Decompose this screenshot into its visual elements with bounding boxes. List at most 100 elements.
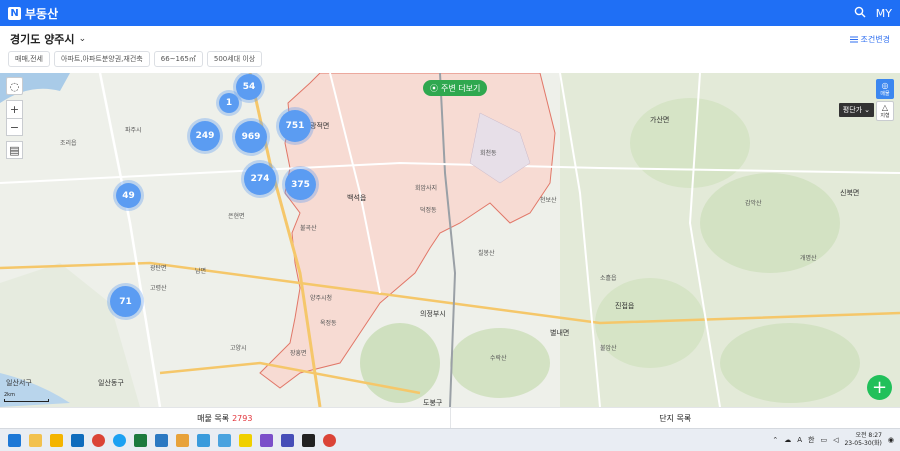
terminal-icon[interactable] [302,433,315,447]
teams-icon[interactable] [281,433,294,447]
tab-listings[interactable]: 매물 목록 2793 [0,408,450,428]
cluster-marker[interactable]: 49 [116,183,141,208]
price-toggle-label: 평단가 [842,106,863,114]
nearby-more-button[interactable]: ⦿ 주변 더보기 [423,80,488,96]
location-pin-icon: ⦿ [430,83,438,93]
document-icon: ▤ [9,143,20,157]
edge-icon[interactable] [113,433,126,447]
excel-icon[interactable] [134,433,147,447]
filter-chip-property-type[interactable]: 아파트,아파트분양권,재건축 [54,51,150,67]
map-label: 회천동 [480,150,497,157]
map-label: 불곡산 [300,225,317,232]
listings-count: 2793 [232,413,253,423]
listings-layer-button[interactable]: ◎ 매물 [876,79,894,99]
terrain-layer-button[interactable]: △ 지형 [876,101,894,121]
plus-icon: + [9,103,20,116]
cluster-marker[interactable]: 1 [219,93,239,113]
map-label: 장흥면 [290,350,307,357]
map-background [0,73,900,407]
map-label: 광적면 [310,122,330,130]
cluster-marker[interactable]: 751 [279,110,311,142]
map-label: 일산동구 [98,379,124,387]
terrain-layer-label: 지형 [880,113,890,119]
map-label: 불암산 [600,345,617,352]
map-label: 고령산 [150,285,167,292]
cluster-marker[interactable]: 249 [190,121,220,151]
price-toggle-button[interactable]: 평단가 ⌄ [838,103,874,117]
filter-sliders-icon [849,36,858,42]
current-location-button[interactable]: ◌ [6,77,23,95]
weather-icon[interactable] [29,433,42,447]
app-icon[interactable] [155,433,168,447]
map-label: 도봉구 [423,399,443,407]
map-label: 양주시청 [310,295,333,302]
cluster-marker[interactable]: 969 [235,121,267,153]
map-label: 의정부시 [420,310,446,318]
map-label: 은현면 [228,213,245,220]
map-label: 파주시 [125,127,142,134]
chevron-up-icon[interactable]: ⌃ [772,436,778,444]
file-explorer-icon[interactable] [50,433,63,447]
app-icon[interactable] [218,433,231,447]
ime-indicator[interactable]: 한 [808,435,814,445]
system-tray: ⌃ ☁ A 한 ▭ ◁ 오전 8:27 23-05-30(화) ◉ [772,432,900,448]
search-app-icon[interactable] [176,433,189,447]
map-canvas[interactable]: 광적면 백석읍 회천동 은현면 남면 회암사지 칠봉산 불곡산 양주시청 의정부… [0,73,900,407]
list-tabs: 매물 목록 2793 단지 목록 [0,407,900,428]
filter-chip-households[interactable]: 500세대 이상 [206,51,263,67]
kakaotalk-icon[interactable] [239,433,252,447]
map-tools-button[interactable]: ▤ [6,141,23,159]
cloud-icon[interactable]: ☁ [784,436,791,444]
map-label: 덕정동 [420,207,437,214]
brand-title[interactable]: 부동산 [25,5,58,22]
filter-chip-row: 매매,전세 아파트,아파트분양권,재건축 66~165㎡ 500세대 이상 [8,51,263,67]
tab-listings-label: 매물 목록 [197,413,230,423]
zoom-out-button[interactable]: − [6,118,23,136]
clock[interactable]: 오전 8:27 23-05-30(화) [844,432,881,448]
map-scale: 2km [4,392,49,402]
map-label: 진접읍 [615,302,635,310]
chrome-icon[interactable] [323,433,336,447]
search-icon[interactable] [854,6,866,21]
region-selector[interactable]: 경기도 양주시 [10,31,75,47]
map-label: 가산면 [650,116,670,124]
chevron-down-icon: ⌄ [864,106,870,114]
chevron-down-icon[interactable]: ⌄ [79,34,87,44]
map-label: 칠봉산 [478,250,495,257]
crosshair-icon: ◌ [9,79,20,93]
network-icon[interactable]: ▭ [820,436,827,444]
app-icon[interactable] [197,433,210,447]
mountain-icon: △ [881,103,889,112]
scale-label: 2km [4,392,15,398]
map-label: 별내면 [550,329,570,337]
notification-icon[interactable]: ◉ [888,436,894,444]
cluster-marker[interactable]: 54 [236,74,262,100]
condition-change-button[interactable]: 조건변경 [849,34,890,45]
tab-complexes[interactable]: 단지 목록 [449,408,900,428]
map-label: 천보산 [540,197,557,204]
add-button[interactable]: + [867,375,892,400]
cluster-marker[interactable]: 375 [285,169,316,200]
filter-chip-trade-type[interactable]: 매매,전세 [8,51,50,67]
region-bar: 경기도 양주시 ⌄ 조건변경 [0,26,900,52]
map-label: 개명산 [800,255,817,262]
filter-chip-area[interactable]: 66~165㎡ [153,51,203,67]
naver-logo[interactable]: N [8,6,21,20]
app-icon[interactable] [260,433,273,447]
cluster-marker[interactable]: 71 [110,286,141,317]
map-label: 백석읍 [347,194,367,202]
windows-start-icon[interactable] [8,433,21,447]
nearby-more-label: 주변 더보기 [441,83,481,93]
outlook-icon[interactable] [71,433,84,447]
volume-icon[interactable]: ◁ [833,436,838,444]
top-navigation-bar: N 부동산 MY [0,0,900,26]
chrome-icon[interactable] [92,433,105,447]
clock-date: 23-05-30(화) [844,440,882,447]
input-language-indicator[interactable]: A [797,436,802,444]
zoom-in-button[interactable]: + [6,100,23,118]
cluster-marker[interactable]: 274 [244,163,276,195]
map-label: 회암사지 [415,185,438,192]
my-menu-button[interactable]: MY [876,7,892,20]
map-label: 조리읍 [60,140,77,147]
tab-complexes-label: 단지 목록 [659,413,692,423]
